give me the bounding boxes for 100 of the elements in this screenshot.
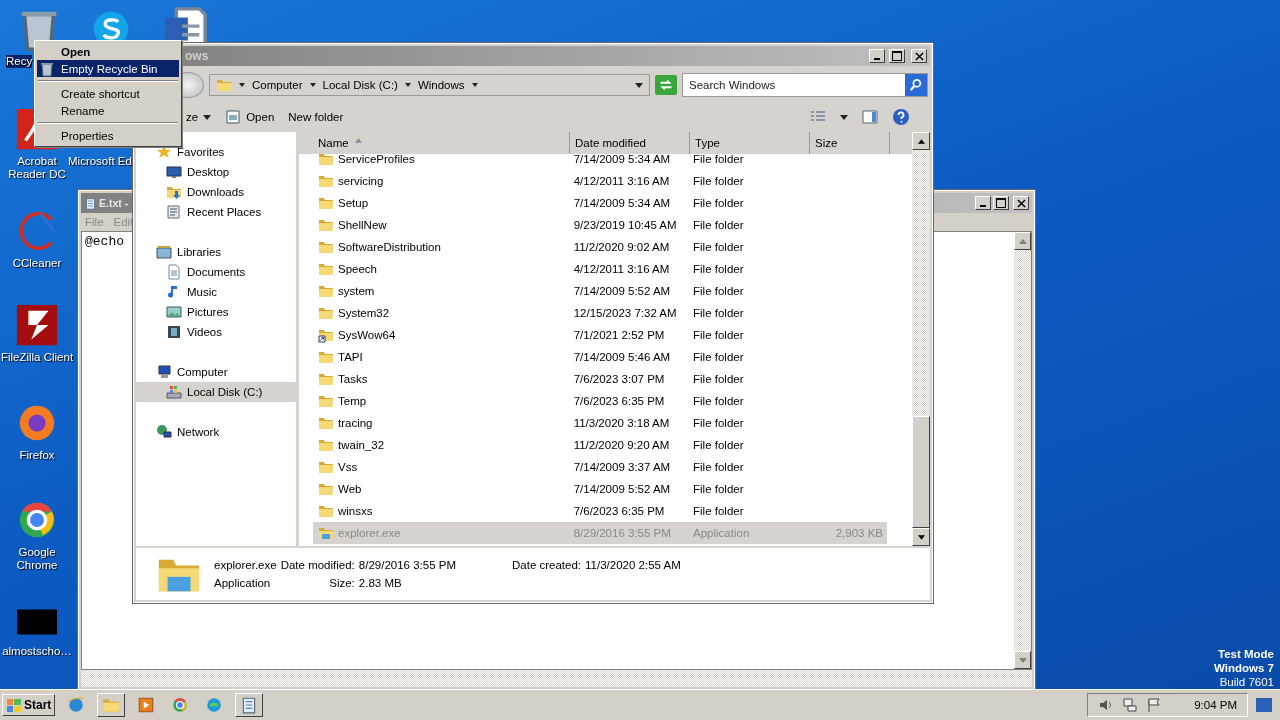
type-cell-text: File folder bbox=[692, 241, 745, 253]
desktop-icon-label[interactable]: Firefox bbox=[19, 449, 55, 462]
toolbar-button[interactable]: Open bbox=[225, 109, 275, 125]
menu-item[interactable]: Properties bbox=[37, 127, 179, 144]
nav-item[interactable]: Local Disk (C:) bbox=[136, 382, 296, 402]
desktop-icon-label[interactable]: Microsoft Ed bbox=[68, 155, 132, 168]
breadcrumb-item[interactable]: Computer bbox=[252, 79, 303, 91]
nav-item[interactable]: Network bbox=[136, 422, 296, 442]
file-name: SysWow64 bbox=[338, 329, 396, 341]
start-button[interactable]: Start bbox=[2, 694, 56, 716]
file-name: SoftwareDistribution bbox=[338, 241, 441, 253]
file-row[interactable]: Speech 4/12/2011 3:16 AM File folder bbox=[313, 258, 887, 280]
type-cell-text: File folder bbox=[692, 505, 745, 517]
date-cell-text: 7/6/2023 3:07 PM bbox=[572, 373, 666, 385]
date-cell-text: 7/1/2021 2:52 PM bbox=[572, 329, 666, 341]
type-cell-text: File folder bbox=[692, 307, 745, 319]
nav-item[interactable]: Libraries bbox=[136, 242, 296, 262]
file-name: tracing bbox=[338, 417, 373, 429]
window-title: E.txt - bbox=[99, 197, 129, 209]
type-cell-text: File folder bbox=[692, 439, 745, 451]
menu-item[interactable]: Open bbox=[37, 43, 179, 60]
file-row[interactable]: System32 12/15/2023 7:32 AM File folder bbox=[313, 302, 887, 324]
date-cell-text: 9/23/2019 10:45 AM bbox=[572, 219, 678, 231]
file-type: Application bbox=[214, 577, 272, 589]
date-cell-text: 11/3/2020 3:18 AM bbox=[572, 417, 671, 429]
nav-item[interactable]: Favorites bbox=[136, 142, 296, 162]
type-cell-text: File folder bbox=[692, 395, 745, 407]
type-cell-text: File folder bbox=[692, 175, 745, 187]
search-field[interactable]: Search Windows bbox=[682, 73, 928, 97]
type-cell-text: File folder bbox=[692, 263, 745, 275]
menu-item[interactable]: Empty Recycle Bin bbox=[37, 60, 179, 77]
date-cell-text: 8/29/2016 3:55 PM bbox=[572, 527, 672, 539]
file-row[interactable]: SoftwareDistribution 11/2/2020 9:02 AM File folder bbox=[313, 236, 887, 258]
nav-item[interactable]: Documents bbox=[136, 262, 296, 282]
window-title: ows bbox=[184, 49, 209, 63]
desktop-icon-label[interactable]: FileZilla Client bbox=[0, 351, 74, 364]
date-cell-text: 7/6/2023 6:35 PM bbox=[572, 395, 666, 407]
clock[interactable]: 9:04 PM bbox=[1194, 699, 1237, 711]
desktop-icon-label[interactable]: almostscho… bbox=[2, 645, 72, 658]
nav-item[interactable]: Music bbox=[136, 282, 296, 302]
type-cell-text: File folder bbox=[692, 417, 745, 429]
nav-item[interactable]: Computer bbox=[136, 362, 296, 382]
date-cell-text: 7/6/2023 6:35 PM bbox=[572, 505, 666, 517]
file-name: System32 bbox=[338, 307, 390, 319]
file-name: Vss bbox=[338, 461, 358, 473]
date-cell-text: 4/12/2011 3:16 AM bbox=[572, 175, 671, 187]
file-row[interactable]: tracing 11/3/2020 3:18 AM File folder bbox=[313, 412, 887, 434]
nav-item[interactable]: Desktop bbox=[136, 162, 296, 182]
file-row[interactable]: servicing 4/12/2011 3:16 AM File folder bbox=[313, 170, 887, 192]
file-row[interactable]: winsxs 7/6/2023 6:35 PM File folder bbox=[313, 500, 887, 522]
detail-value: 2.83 MB bbox=[358, 577, 403, 589]
date-cell-text: 7/14/2009 5:34 AM bbox=[572, 153, 672, 165]
file-row[interactable]: ShellNew 9/23/2019 10:45 AM File folder bbox=[313, 214, 887, 236]
detail-label: Size: bbox=[329, 577, 355, 589]
file-name: ShellNew bbox=[338, 219, 387, 231]
desktop-icon-label[interactable]: Google Chrome bbox=[0, 546, 74, 572]
file-name: twain_32 bbox=[338, 439, 385, 451]
file-row[interactable]: Vss 7/14/2009 3:37 AM File folder bbox=[313, 456, 887, 478]
menu-item[interactable]: Create shortcut bbox=[37, 85, 179, 102]
file-row[interactable]: Web 7/14/2009 5:52 AM File folder bbox=[313, 478, 887, 500]
file-name: TAPI bbox=[338, 351, 363, 363]
date-cell-text: 7/14/2009 5:34 AM bbox=[572, 197, 672, 209]
type-cell-text: Application bbox=[692, 527, 751, 539]
desktop-icon-label[interactable]: CCleaner bbox=[12, 257, 62, 270]
address-bar[interactable]: Computer Local Disk (C:) Windows bbox=[209, 74, 650, 96]
date-cell-text: 7/14/2009 5:52 AM bbox=[572, 483, 672, 495]
detail-value: 11/3/2020 2:55 AM bbox=[585, 559, 681, 571]
nav-item[interactable]: Downloads bbox=[136, 182, 296, 202]
file-name: explorer.exe bbox=[338, 527, 401, 539]
date-cell-text: 11/2/2020 9:02 AM bbox=[572, 241, 671, 253]
file-row[interactable]: SysWow64 7/1/2021 2:52 PM File folder bbox=[313, 324, 887, 346]
detail-value: 8/29/2016 3:55 PM bbox=[358, 559, 456, 571]
nav-item[interactable]: Videos bbox=[136, 322, 296, 342]
file-name: Setup bbox=[338, 197, 369, 209]
toolbar-button[interactable]: ze bbox=[186, 111, 212, 123]
toolbar-button[interactable]: New folder bbox=[288, 111, 344, 123]
file-row[interactable]: system 7/14/2009 5:52 AM File folder bbox=[313, 280, 887, 302]
type-cell-text: File folder bbox=[692, 351, 745, 363]
file-row[interactable]: TAPI 7/14/2009 5:46 AM File folder bbox=[313, 346, 887, 368]
menu-item[interactable]: Rename bbox=[37, 102, 179, 119]
file-row[interactable]: Tasks 7/6/2023 3:07 PM File folder bbox=[313, 368, 887, 390]
breadcrumb-item[interactable]: Windows bbox=[417, 79, 465, 91]
desktop-icon-label[interactable]: Recy bbox=[6, 55, 33, 68]
file-row[interactable]: Setup 7/14/2009 5:34 AM File folder bbox=[313, 192, 887, 214]
nav-item[interactable]: Pictures bbox=[136, 302, 296, 322]
editor-text: @echo bbox=[85, 234, 124, 249]
system-notice-text: Test Mode bbox=[1218, 647, 1274, 661]
date-cell-text: 4/12/2011 3:16 AM bbox=[572, 263, 671, 275]
breadcrumb-item[interactable]: Local Disk (C:) bbox=[322, 79, 398, 91]
file-name: servicing bbox=[338, 175, 384, 187]
system-notice-text: Windows 7 bbox=[1214, 661, 1274, 675]
detail-label: Date modified: bbox=[280, 559, 355, 571]
nav-item[interactable]: Recent Places bbox=[136, 202, 296, 222]
file-name: Temp bbox=[338, 395, 367, 407]
file-name: system bbox=[338, 285, 375, 297]
type-cell-text: File folder bbox=[692, 483, 745, 495]
type-cell-text: File folder bbox=[692, 197, 745, 209]
system-notice-text: Build 7601 bbox=[1219, 675, 1274, 689]
file-row[interactable]: twain_32 11/2/2020 9:20 AM File folder bbox=[313, 434, 887, 456]
file-row[interactable]: Temp 7/6/2023 6:35 PM File folder bbox=[313, 390, 887, 412]
